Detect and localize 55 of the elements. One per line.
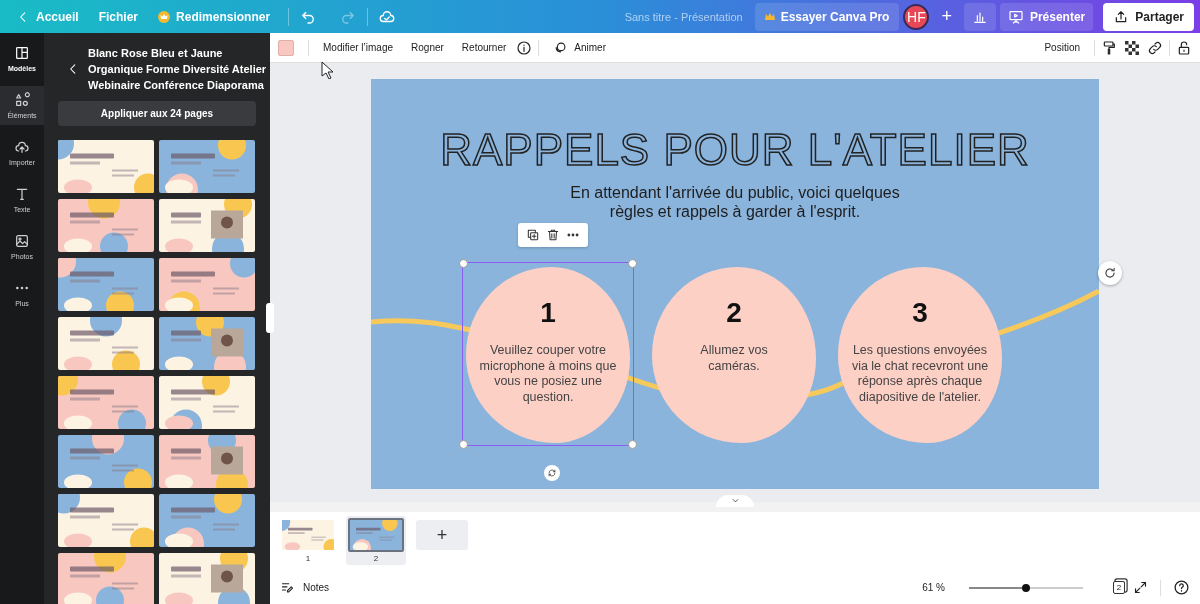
analytics-button[interactable] [963,2,996,31]
crown-icon [764,12,775,21]
crop-button[interactable]: Rogner [403,38,452,57]
link-icon[interactable] [1147,39,1163,56]
page-thumbnail[interactable]: 2 [346,516,406,565]
template-icon [14,45,30,61]
trash-icon [546,228,560,242]
share-button[interactable]: Partager [1103,2,1194,31]
step-number: 2 [726,297,742,329]
animate-button[interactable]: Animer [545,36,614,59]
step-text: Veuillez couper votre microphone à moins que vous ne posiez une question. [479,343,617,405]
add-page-button[interactable]: + [416,520,468,550]
step-text: Les questions envoyées via le chat recevront une réponse après chaque diapositive de l'atelier. [851,343,989,405]
collapse-handle[interactable] [266,303,274,333]
present-button[interactable]: Présenter [999,2,1094,31]
upload-icon [14,139,30,155]
user-avatar[interactable]: HF [903,3,930,30]
duplicate-button[interactable] [526,228,540,242]
notes-label[interactable]: Notes [303,582,330,593]
page-count[interactable]: 2 [1113,581,1125,594]
crown-icon [158,10,171,23]
template-title: Blanc Rose Bleu et Jaune Organique Forme Diversité Atelier Webinaire Conférence Diaporama [88,46,267,93]
horizontal-scrollbar[interactable] [270,502,1200,512]
rotate-icon [547,468,557,478]
add-member-button[interactable]: + [933,4,960,29]
fullscreen-icon[interactable] [1133,580,1148,595]
slide-title[interactable]: RAPPELS POUR L'ATELIER [440,125,1030,175]
refresh-icon [1103,266,1117,280]
step-number: 3 [912,297,928,329]
step-number: 1 [540,297,556,329]
presentation-icon [1007,8,1024,25]
color-swatch[interactable] [278,39,294,56]
paint-roller-icon[interactable] [1101,39,1117,56]
position-button[interactable]: Position [1036,38,1088,57]
lock-icon[interactable] [1176,39,1192,56]
copy-icon [526,228,540,242]
page-thumbnail[interactable]: 1 [278,516,338,565]
slide-subtitle[interactable]: En attendant l'arrivée du public, voici quelques règles et rappels à garder à l'esprit. [570,183,900,221]
delete-button[interactable] [546,228,560,242]
slide[interactable] [371,79,1099,489]
step-text: Allumez vos caméras. [700,343,768,374]
help-icon[interactable] [1173,579,1190,596]
image-icon [14,233,30,249]
notes-icon[interactable] [280,580,295,595]
info-icon[interactable] [516,39,533,56]
rotate-handle[interactable] [544,465,560,481]
try-pro-button[interactable]: Essayer Canva Pro [754,2,900,31]
flip-button[interactable]: Retourner [453,38,515,57]
transparency-icon[interactable] [1125,40,1139,55]
regenerate-button[interactable] [1098,261,1122,285]
zoom-percent[interactable]: 61 % [922,582,945,593]
edit-image-button[interactable]: Modifier l’image [315,38,402,57]
text-icon [14,186,30,202]
shapes-icon [14,92,30,108]
apply-all-button[interactable]: Appliquer aux 24 pages [58,101,256,126]
